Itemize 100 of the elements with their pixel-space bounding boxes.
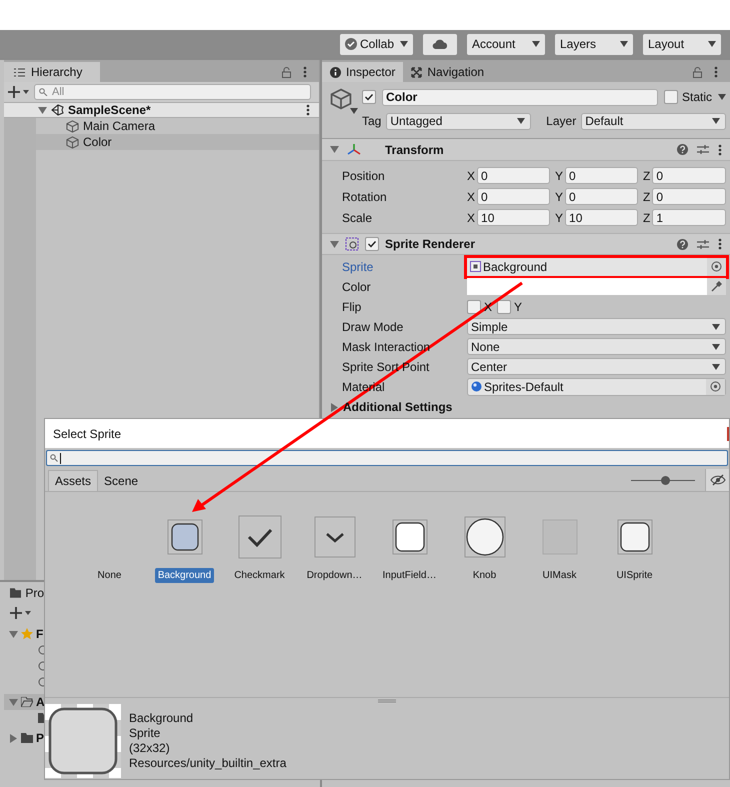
dropdown-field[interactable]: Center [467, 358, 726, 375]
collapse-arrow-icon[interactable] [38, 106, 47, 114]
caret-icon [712, 118, 720, 124]
expand-arrow-icon[interactable] [9, 734, 18, 742]
slider-thumb[interactable] [660, 476, 670, 485]
number-field[interactable]: 0 [652, 167, 726, 184]
project-section[interactable]: F [36, 625, 44, 643]
object-field[interactable]: Background [467, 258, 726, 276]
collapse-arrow-icon[interactable] [330, 145, 339, 154]
property-label: Draw Mode [341, 318, 404, 336]
dropdown-button[interactable]: Account [467, 34, 545, 54]
circle-icon [464, 516, 506, 558]
hierarchy-tab[interactable]: Hierarchy [4, 62, 100, 82]
panel-tab[interactable]: Navigation [403, 62, 492, 82]
sprite-item[interactable]: Background [154, 568, 214, 583]
object-picker-icon[interactable] [711, 261, 722, 272]
number-field[interactable]: 10 [477, 209, 550, 226]
dropdown-button[interactable]: Layers [555, 34, 633, 54]
axis-label: X [467, 168, 476, 184]
project-section[interactable]: P [36, 729, 44, 747]
collapse-arrow-icon[interactable] [9, 630, 18, 638]
eyedropper-icon[interactable] [711, 281, 722, 292]
checkbox[interactable] [497, 300, 512, 314]
more-icon[interactable] [306, 104, 310, 116]
component-header[interactable]: Transform [322, 139, 730, 161]
more-icon[interactable] [718, 144, 722, 156]
number-field[interactable]: 10 [565, 209, 638, 226]
dropdown-button[interactable]: Layout [643, 34, 721, 54]
panel-tab[interactable]: Inspector [322, 62, 404, 82]
dialog-tab[interactable]: Assets [48, 470, 98, 491]
sprite-renderer-icon [345, 237, 359, 251]
collapse-arrow-icon[interactable] [9, 698, 18, 706]
option-label: Y [514, 298, 522, 316]
dropdown-field[interactable]: None [467, 338, 726, 355]
sprite-item[interactable]: InputField… [380, 568, 440, 583]
folder-icon [21, 733, 33, 743]
collapse-arrow-icon[interactable] [330, 240, 339, 248]
object-picker-icon[interactable] [710, 381, 721, 392]
collab-button[interactable]: Collab [340, 34, 413, 54]
check-circle-icon [344, 38, 357, 50]
hierarchy-item[interactable]: Color [36, 134, 319, 150]
search-field[interactable] [46, 450, 728, 466]
caret-icon [350, 108, 358, 114]
caret-icon [718, 94, 726, 100]
more-icon[interactable] [714, 66, 718, 78]
lock-icon[interactable] [282, 66, 291, 78]
dropdown-field[interactable]: Untagged [386, 112, 532, 130]
add-icon[interactable] [10, 607, 32, 619]
dropdown-field[interactable]: Simple [467, 318, 726, 335]
more-icon[interactable] [303, 66, 307, 78]
sprite-item[interactable]: Knob [470, 568, 500, 583]
sprite-item[interactable]: UISprite [613, 568, 656, 583]
number-field[interactable]: 0 [477, 188, 550, 205]
property-label: Sprite [341, 258, 374, 276]
object-field[interactable]: Sprites-Default [467, 378, 726, 396]
axis-label: Z [643, 210, 650, 226]
list-icon [14, 68, 25, 76]
resize-handle-icon[interactable] [378, 698, 396, 702]
project-section[interactable]: A [36, 693, 45, 711]
project-tab[interactable]: Pro [4, 582, 44, 604]
enabled-checkbox[interactable] [365, 237, 379, 251]
number-field[interactable]: 0 [477, 167, 550, 184]
sprite-item[interactable]: UIMask [540, 568, 580, 583]
number-field[interactable]: 1 [652, 209, 726, 226]
unity-logo-icon [51, 104, 64, 116]
active-checkbox[interactable] [362, 90, 376, 104]
property-label: Sprite Sort Point [341, 358, 430, 376]
preset-icon[interactable] [697, 238, 709, 250]
expand-arrow-icon[interactable] [330, 402, 339, 412]
property-label: Scale [341, 210, 374, 226]
number-field[interactable]: 0 [565, 167, 638, 184]
material-sphere-icon [471, 381, 482, 392]
sprite-item[interactable]: Checkmark [231, 568, 288, 583]
foldout-label[interactable]: Additional Settings [343, 398, 452, 416]
dialog-tab[interactable]: Scene [98, 470, 144, 491]
scene-name: SampleScene* [68, 102, 151, 119]
static-checkbox[interactable] [664, 90, 678, 104]
hidden-eye-icon[interactable] [710, 474, 726, 486]
help-icon[interactable] [677, 238, 688, 250]
component-header[interactable]: Sprite Renderer [322, 233, 730, 255]
sprite-item[interactable]: Dropdown… [304, 568, 366, 583]
preset-icon[interactable] [697, 144, 709, 155]
navigation-icon [411, 66, 422, 78]
scene-row[interactable]: SampleScene* [4, 102, 319, 118]
caret-icon [712, 324, 720, 330]
cloud-button[interactable] [423, 34, 457, 54]
more-icon[interactable] [718, 238, 722, 250]
lock-icon[interactable] [693, 66, 702, 78]
help-icon[interactable] [677, 144, 688, 155]
number-field[interactable]: 0 [565, 188, 638, 205]
name-field[interactable]: Color [382, 88, 658, 106]
sprite-item[interactable]: None [94, 568, 124, 583]
color-field[interactable] [467, 278, 726, 295]
property-label: Flip [341, 298, 362, 316]
dropdown-field[interactable]: Default [581, 112, 726, 130]
cube-icon [66, 136, 79, 148]
checkbox[interactable] [467, 300, 481, 314]
preview-info-line: Background [129, 711, 194, 726]
number-field[interactable]: 0 [652, 188, 726, 205]
add-icon[interactable] [8, 86, 30, 98]
